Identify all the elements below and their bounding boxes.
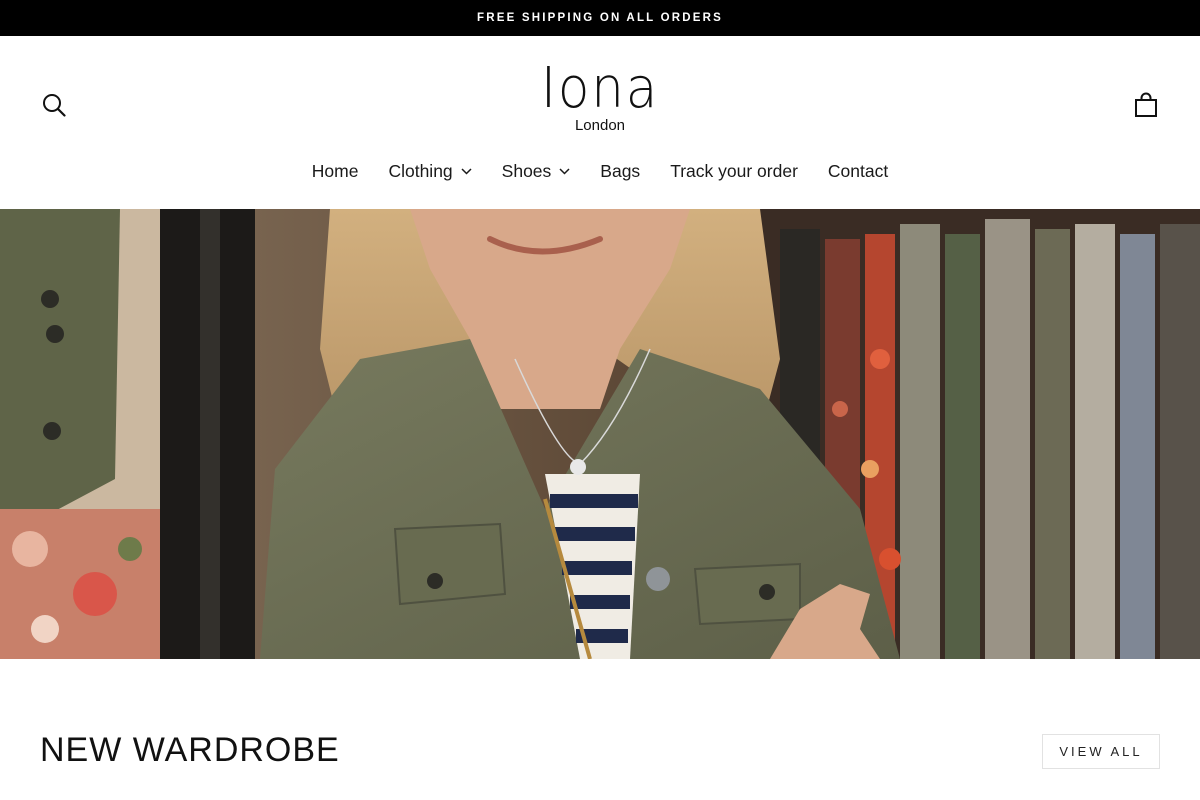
logo-wordmark: Iona — [540, 56, 660, 121]
announcement-text: FREE SHIPPING ON ALL ORDERS — [477, 12, 723, 24]
nav-item-bags[interactable]: Bags — [585, 161, 655, 182]
main-navigation: Home Clothing Shoes Bags Track your orde… — [0, 154, 1200, 188]
nav-item-clothing[interactable]: Clothing — [373, 161, 486, 182]
nav-item-label: Track your order — [670, 160, 798, 181]
nav-item-track-order[interactable]: Track your order — [655, 161, 813, 182]
hero-banner[interactable] — [0, 209, 1200, 659]
hero-image — [0, 209, 1200, 659]
nav-item-label: Contact — [827, 160, 889, 181]
collection-title: NEW WARDROBE — [40, 731, 340, 769]
nav-item-shoes[interactable]: Shoes — [487, 161, 586, 182]
nav-item-home[interactable]: Home — [297, 161, 374, 182]
search-button[interactable] — [39, 90, 69, 120]
chevron-down-icon — [461, 167, 472, 175]
site-logo[interactable]: Iona London — [500, 58, 700, 138]
nav-item-contact[interactable]: Contact — [813, 161, 903, 182]
cart-button[interactable] — [1131, 90, 1161, 120]
view-all-button[interactable]: VIEW ALL — [1042, 734, 1160, 769]
nav-item-label: Bags — [600, 160, 641, 181]
site-header: Iona London Home Clothing Shoes Bags Tra… — [0, 36, 1200, 209]
chevron-down-icon — [559, 167, 570, 175]
nav-item-label: Clothing — [388, 160, 453, 181]
search-icon — [43, 94, 66, 117]
nav-item-label: Home — [311, 160, 359, 181]
announcement-bar: FREE SHIPPING ON ALL ORDERS — [0, 0, 1200, 36]
shopping-bag-icon — [1135, 92, 1157, 117]
nav-item-label: Shoes — [501, 160, 552, 181]
